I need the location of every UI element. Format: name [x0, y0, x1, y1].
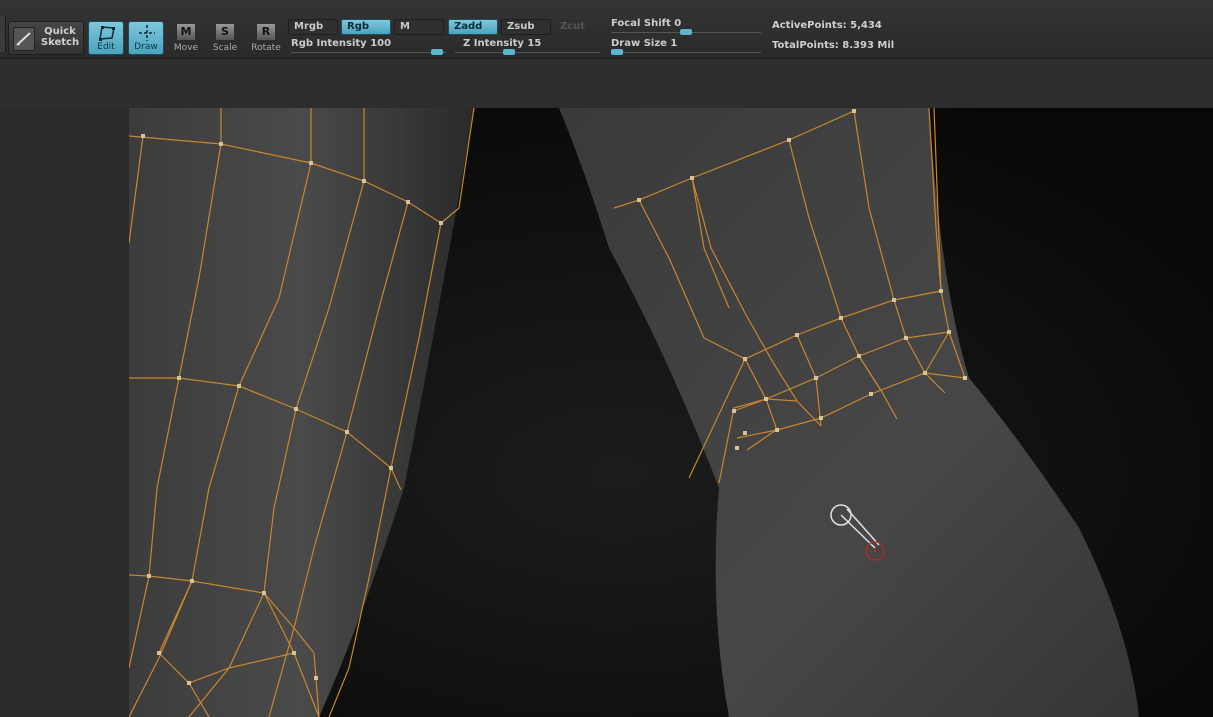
active-points-label: ActivePoints:	[772, 20, 847, 31]
mrgb-toggle[interactable]: Mrgb	[288, 19, 338, 35]
move-icon: M	[177, 24, 195, 40]
zadd-toggle[interactable]: Zadd	[448, 19, 498, 35]
rgb-intensity-label: Rgb Intensity	[291, 38, 367, 49]
scale-button[interactable]: S Scale	[207, 21, 243, 55]
focal-shift-value: 0	[674, 18, 682, 29]
rgb-toggle[interactable]: Rgb	[341, 19, 391, 35]
draw-size-slider[interactable]: Draw Size 1	[611, 38, 761, 55]
edit-button[interactable]: Edit	[88, 21, 124, 55]
z-intensity-knob[interactable]	[503, 49, 515, 55]
total-points-label: TotalPoints:	[772, 40, 839, 51]
rgb-intensity-value: 100	[370, 38, 392, 49]
total-points-readout: TotalPoints: 8.393 Mil	[772, 40, 894, 51]
rgb-intensity-knob[interactable]	[431, 49, 443, 55]
focal-shift-knob[interactable]	[680, 29, 692, 35]
3d-viewport[interactable]	[129, 108, 1213, 717]
draw-size-label: Draw Size	[611, 38, 667, 49]
draw-button[interactable]: Draw	[128, 21, 164, 55]
quick-sketch-icon	[13, 27, 35, 51]
scale-label: Scale	[212, 43, 238, 53]
zsub-toggle[interactable]: Zsub	[501, 19, 551, 35]
rotate-label: Rotate	[251, 43, 281, 53]
focal-shift-label: Focal Shift	[611, 18, 671, 29]
rgb-intensity-slider[interactable]: Rgb Intensity 100	[291, 38, 446, 55]
left-strip	[0, 16, 6, 52]
model-render	[129, 108, 1213, 717]
z-intensity-label: Z Intensity	[463, 38, 524, 49]
draw-size-value: 1	[670, 38, 678, 49]
active-points-value: 5,434	[850, 20, 882, 31]
total-points-value: 8.393 Mil	[842, 40, 895, 51]
rotate-icon: R	[257, 24, 275, 40]
z-intensity-value: 15	[527, 38, 542, 49]
secondary-bar	[0, 59, 1213, 107]
top-toolbar: Quick Sketch Edit Draw M Move S Scale R …	[0, 0, 1213, 59]
active-points-readout: ActivePoints: 5,434	[772, 20, 882, 31]
draw-label: Draw	[134, 42, 158, 52]
move-label: Move	[173, 43, 199, 53]
move-button[interactable]: M Move	[168, 21, 204, 55]
zcut-toggle[interactable]: Zcut	[554, 19, 604, 35]
scale-icon: S	[216, 24, 234, 40]
quick-sketch-label: Quick Sketch	[40, 26, 80, 48]
m-toggle[interactable]: M	[394, 19, 444, 35]
z-intensity-slider[interactable]: Z Intensity 15	[455, 38, 600, 55]
rotate-button[interactable]: R Rotate	[248, 21, 284, 55]
draw-icon	[139, 25, 155, 41]
edit-icon	[99, 26, 115, 41]
draw-size-knob[interactable]	[611, 49, 623, 55]
focal-shift-slider[interactable]: Focal Shift 0	[611, 18, 761, 35]
quick-sketch-button[interactable]: Quick Sketch	[8, 21, 84, 55]
edit-label: Edit	[97, 42, 115, 52]
